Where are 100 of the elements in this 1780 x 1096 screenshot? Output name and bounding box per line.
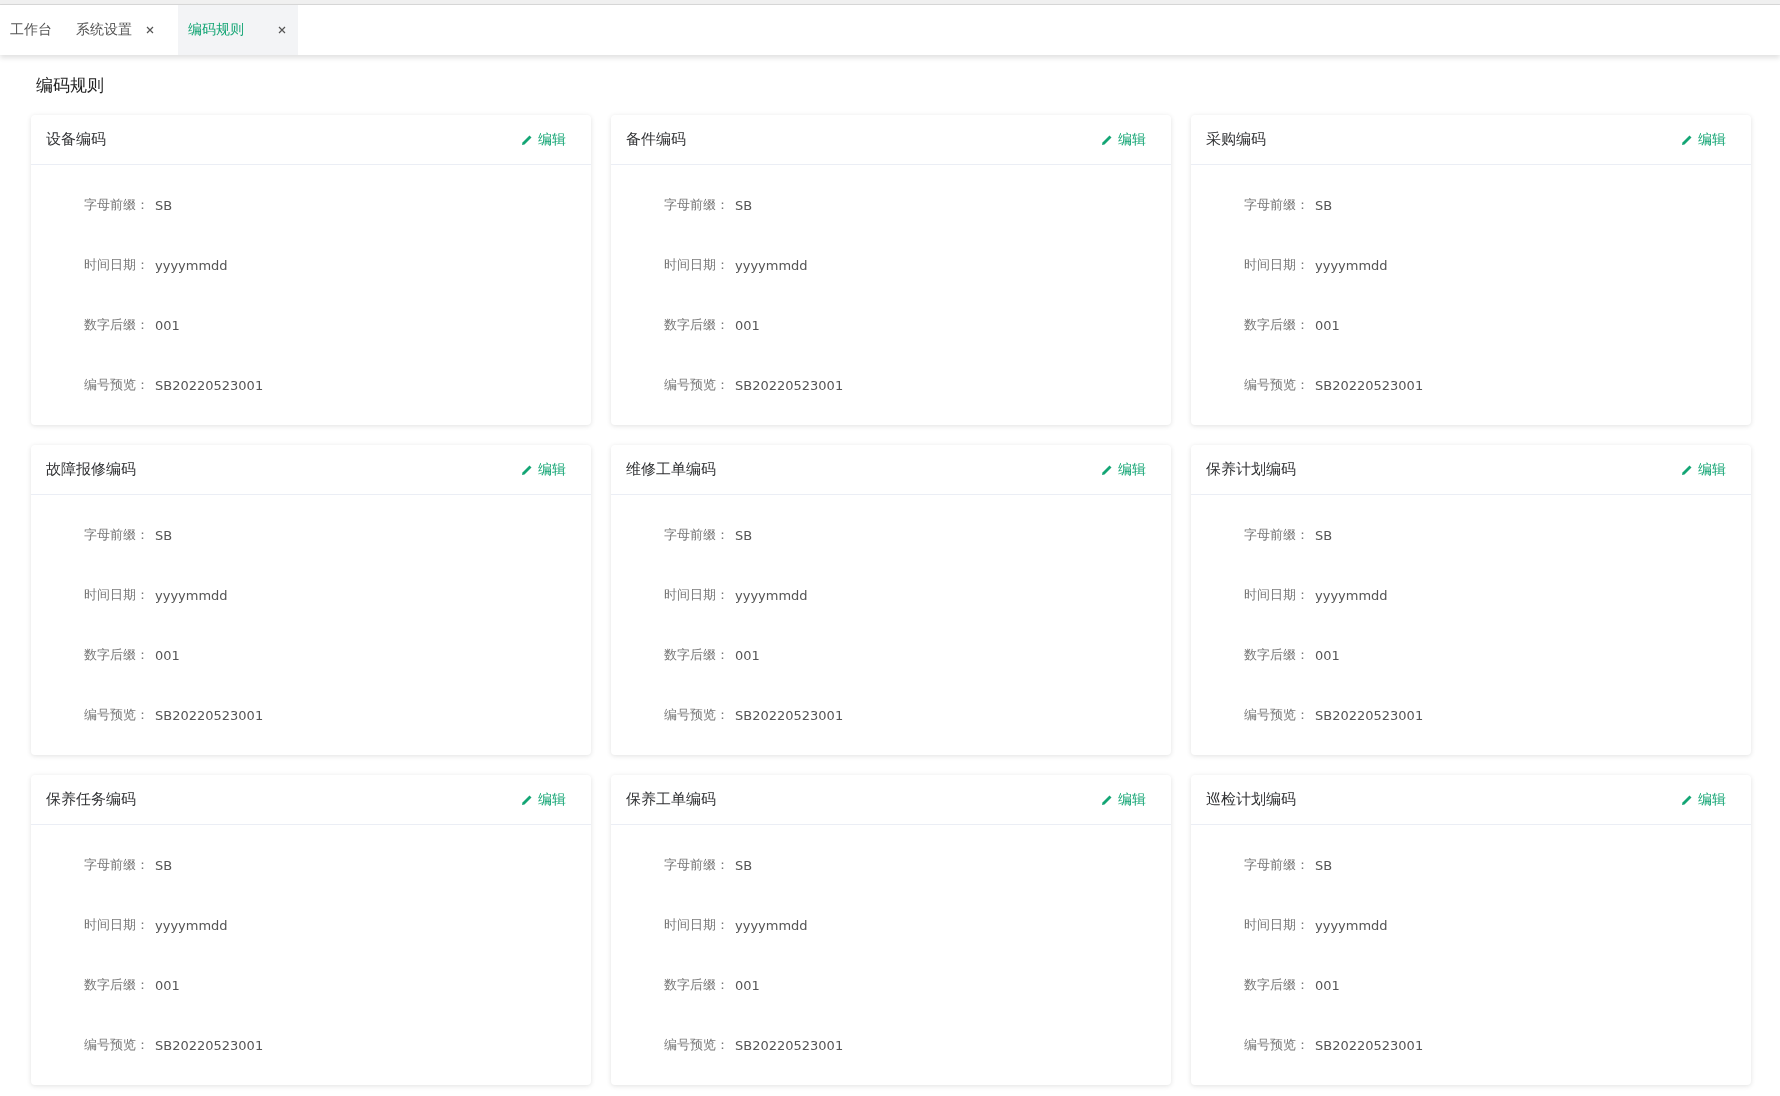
field-label: 时间日期：	[664, 586, 729, 604]
field-value: yyyymmdd	[155, 587, 228, 603]
field-value: 001	[735, 977, 760, 993]
field-label: 编号预览：	[84, 1036, 149, 1054]
edit-button[interactable]: 编辑	[1681, 788, 1726, 811]
field-value: SB	[735, 197, 753, 213]
field-label: 时间日期：	[1244, 256, 1309, 274]
pencil-icon	[1101, 133, 1113, 146]
edit-button[interactable]: 编辑	[1101, 128, 1146, 151]
field-value: yyyymmdd	[155, 917, 228, 933]
field-value: yyyymmdd	[735, 257, 808, 273]
field-value: yyyymmdd	[1315, 917, 1388, 933]
card-title: 保养任务编码	[46, 790, 136, 809]
field-label: 字母前缀：	[1244, 526, 1309, 544]
close-icon[interactable]	[278, 26, 286, 34]
pencil-icon	[1101, 793, 1113, 806]
pencil-icon	[1681, 463, 1693, 476]
field-value: 001	[1315, 647, 1340, 663]
field-value: SB20220523001	[735, 1037, 844, 1053]
tab[interactable]: 系统设置	[64, 5, 166, 55]
field-value: SB20220523001	[155, 377, 264, 393]
field-label: 数字后缀：	[84, 316, 149, 334]
pencil-icon	[521, 463, 533, 476]
field-value: yyyymmdd	[1315, 587, 1388, 603]
card-title: 设备编码	[46, 130, 106, 149]
edit-button[interactable]: 编辑	[1101, 458, 1146, 481]
field-value: 001	[735, 647, 760, 663]
card-title: 备件编码	[626, 130, 686, 149]
field-value: 001	[155, 317, 180, 333]
field-label: 时间日期：	[664, 916, 729, 934]
field-label: 字母前缀：	[84, 526, 149, 544]
card-title: 维修工单编码	[626, 460, 716, 479]
field-value: SB	[155, 527, 173, 543]
tab-label[interactable]: 编码规则	[188, 21, 244, 39]
card-title: 保养工单编码	[626, 790, 716, 809]
field-label: 编号预览：	[84, 706, 149, 724]
field-label: 数字后缀：	[84, 976, 149, 994]
field-label: 字母前缀：	[664, 856, 729, 874]
field-value: yyyymmdd	[735, 587, 808, 603]
pencil-icon	[1681, 793, 1693, 806]
field-label: 编号预览：	[664, 376, 729, 394]
field-label: 数字后缀：	[664, 976, 729, 994]
field-label: 数字后缀：	[84, 646, 149, 664]
field-value: yyyymmdd	[1315, 257, 1388, 273]
edit-button[interactable]: 编辑	[1101, 788, 1146, 811]
field-label: 数字后缀：	[1244, 316, 1309, 334]
tab-label[interactable]: 系统设置	[76, 21, 132, 39]
field-label: 字母前缀：	[1244, 196, 1309, 214]
field-value: yyyymmdd	[735, 917, 808, 933]
edit-button[interactable]: 编辑	[521, 128, 566, 151]
field-label: 编号预览：	[84, 376, 149, 394]
edit-button[interactable]: 编辑	[1681, 458, 1726, 481]
field-value: SB20220523001	[1315, 1037, 1424, 1053]
field-label: 编号预览：	[1244, 1036, 1309, 1054]
tab[interactable]: 工作台	[0, 5, 64, 55]
field-value: SB20220523001	[155, 1037, 264, 1053]
tab-label[interactable]: 工作台	[10, 21, 52, 39]
field-value: SB	[1315, 197, 1333, 213]
edit-button[interactable]: 编辑	[1681, 128, 1726, 151]
field-label: 时间日期：	[1244, 916, 1309, 934]
field-value: SB20220523001	[155, 707, 264, 723]
field-value: 001	[1315, 317, 1340, 333]
field-label: 时间日期：	[664, 256, 729, 274]
field-label: 字母前缀：	[664, 526, 729, 544]
field-label: 字母前缀：	[84, 856, 149, 874]
pencil-icon	[521, 133, 533, 146]
field-label: 编号预览：	[1244, 706, 1309, 724]
field-label: 时间日期：	[84, 916, 149, 934]
pencil-icon	[521, 793, 533, 806]
field-value: SB20220523001	[735, 377, 844, 393]
field-label: 数字后缀：	[664, 646, 729, 664]
card-title: 采购编码	[1206, 130, 1266, 149]
field-label: 时间日期：	[84, 256, 149, 274]
field-value: SB	[1315, 527, 1333, 543]
field-label: 编号预览：	[1244, 376, 1309, 394]
pencil-icon	[1681, 133, 1693, 146]
field-label: 时间日期：	[1244, 586, 1309, 604]
close-icon[interactable]	[146, 26, 154, 34]
field-value: SB20220523001	[1315, 707, 1424, 723]
card-title: 巡检计划编码	[1206, 790, 1296, 809]
field-value: yyyymmdd	[155, 257, 228, 273]
edit-button[interactable]: 编辑	[521, 458, 566, 481]
field-value: 001	[1315, 977, 1340, 993]
field-value: SB	[155, 857, 173, 873]
field-value: 001	[735, 317, 760, 333]
card-title: 故障报修编码	[46, 460, 136, 479]
field-label: 字母前缀：	[84, 196, 149, 214]
field-value: SB	[155, 197, 173, 213]
field-label: 字母前缀：	[1244, 856, 1309, 874]
edit-button[interactable]: 编辑	[521, 788, 566, 811]
field-value: SB	[735, 527, 753, 543]
pencil-icon	[1101, 463, 1113, 476]
field-label: 数字后缀：	[1244, 976, 1309, 994]
field-label: 编号预览：	[664, 706, 729, 724]
field-value: SB	[1315, 857, 1333, 873]
field-value: 001	[155, 647, 180, 663]
tab[interactable]: 编码规则	[178, 5, 298, 55]
field-label: 字母前缀：	[664, 196, 729, 214]
field-value: SB20220523001	[735, 707, 844, 723]
field-value: 001	[155, 977, 180, 993]
